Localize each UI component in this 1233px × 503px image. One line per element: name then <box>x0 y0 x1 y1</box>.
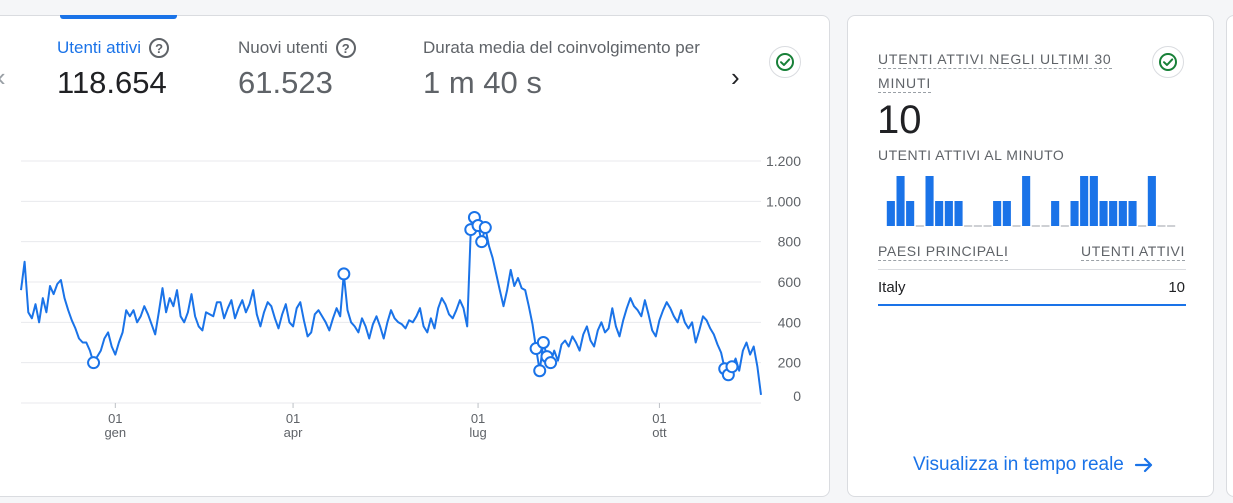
view-realtime-label: Visualizza in tempo reale <box>913 454 1124 475</box>
active-tab-indicator <box>60 15 177 19</box>
chevron-left-icon[interactable]: ‹ <box>0 64 6 90</box>
minute-bar[interactable] <box>1051 201 1060 226</box>
help-circle-icon[interactable]: ? <box>335 38 356 58</box>
check-circle-icon[interactable] <box>769 46 801 78</box>
next-card-edge <box>1226 15 1233 497</box>
realtime-title: UTENTI ATTIVI NEGLI ULTIMI 30 MINUTI <box>878 51 1112 93</box>
y-tick-label: 600 <box>778 274 802 290</box>
per-minute-label: UTENTI ATTIVI AL MINUTO <box>878 147 1065 163</box>
anomaly-marker <box>533 364 547 378</box>
chevron-right-icon[interactable]: › <box>731 64 740 90</box>
metric-value: 118.654 <box>57 65 167 100</box>
tab-engagement-time[interactable]: Durata media del coinvolgimento per 1 m … <box>423 38 700 101</box>
tab-new-users[interactable]: Nuovi utenti ? 61.523 <box>238 38 356 101</box>
share-bar <box>878 304 1186 306</box>
minute-bar[interactable] <box>925 176 934 226</box>
arrow-right-icon <box>1134 457 1152 473</box>
active-users-chart: 1.2001.000800600400200001gen01apr01lug01… <box>20 153 802 440</box>
anomaly-marker <box>337 267 351 281</box>
tab-active-users[interactable]: Utenti attivi ? 118.654 <box>57 38 170 101</box>
y-tick-label: 1.000 <box>766 193 801 209</box>
realtime-card: UTENTI ATTIVI NEGLI ULTIMI 30 MINUTI 10 … <box>847 15 1214 497</box>
minute-bar[interactable] <box>1089 176 1098 226</box>
anomaly-marker <box>475 235 489 249</box>
anomaly-marker <box>87 356 101 370</box>
realtime-value: 10 <box>877 98 922 142</box>
anomaly-marker <box>536 336 550 349</box>
x-tick-day: 01 <box>652 411 666 426</box>
y-tick-label: 1.200 <box>766 153 801 169</box>
minute-bar[interactable] <box>1080 176 1089 226</box>
metric-label: Nuovi utenti <box>238 38 328 57</box>
anomaly-marker <box>478 221 492 235</box>
minute-bar[interactable] <box>896 176 905 226</box>
y-tick-label: 0 <box>793 388 801 404</box>
minute-bar[interactable] <box>1147 176 1156 226</box>
trend-card: ‹ Utenti attivi ? 118.654 Nuovi utenti ?… <box>0 15 830 497</box>
metric-label: Utenti attivi <box>57 38 142 57</box>
check-circle-icon[interactable] <box>1152 46 1184 78</box>
y-tick-label: 400 <box>778 314 802 330</box>
y-tick-label: 200 <box>778 355 802 371</box>
metric-value: 1 m 40 s <box>423 65 542 100</box>
minute-bar[interactable] <box>1022 176 1031 226</box>
x-tick-day: 01 <box>108 411 122 426</box>
minute-bar[interactable] <box>906 201 915 226</box>
metric-label: Durata media del coinvolgimento per <box>423 38 700 57</box>
x-tick-month: ott <box>652 425 667 440</box>
x-tick-day: 01 <box>471 411 485 426</box>
per-minute-bar-chart <box>886 176 1176 227</box>
table-divider <box>878 269 1186 270</box>
column-header-users[interactable]: UTENTI ATTIVI <box>1081 243 1185 261</box>
x-tick-month: lug <box>469 425 486 440</box>
anomaly-marker <box>544 356 558 370</box>
minute-bar[interactable] <box>1109 201 1118 226</box>
x-tick-day: 01 <box>286 411 300 426</box>
metric-value: 61.523 <box>238 65 333 100</box>
x-tick-month: gen <box>104 425 126 440</box>
y-tick-label: 800 <box>778 234 802 250</box>
column-header-country[interactable]: PAESI PRINCIPALI <box>878 243 1009 261</box>
table-row-country: Italy <box>878 279 906 296</box>
anomaly-marker <box>725 360 739 374</box>
help-circle-icon[interactable]: ? <box>149 38 170 58</box>
minute-bar[interactable] <box>993 201 1002 226</box>
active-users-series-line <box>20 216 762 396</box>
minute-bar[interactable] <box>944 201 953 226</box>
minute-bar[interactable] <box>1002 201 1011 226</box>
view-realtime-link[interactable]: Visualizza in tempo reale <box>913 454 1154 476</box>
x-tick-month: apr <box>284 425 303 440</box>
minute-bar[interactable] <box>954 201 963 226</box>
table-row-users: 10 <box>1168 279 1185 296</box>
minute-bar[interactable] <box>1118 201 1127 226</box>
minute-bar[interactable] <box>1099 201 1108 226</box>
minute-bar[interactable] <box>935 201 944 226</box>
minute-bar[interactable] <box>886 201 895 226</box>
minute-bar[interactable] <box>1070 201 1079 226</box>
minute-bar[interactable] <box>1128 201 1137 226</box>
